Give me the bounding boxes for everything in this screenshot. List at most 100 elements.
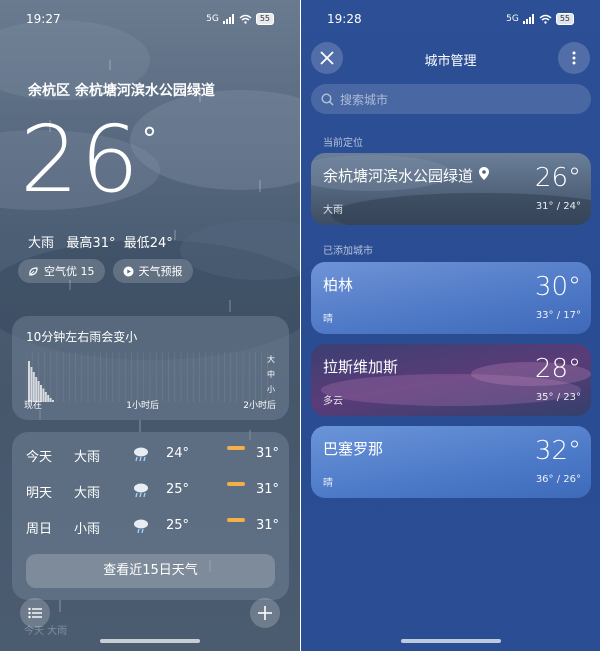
- city-name: 拉斯维加斯: [323, 358, 399, 376]
- status-bar: 19:27 5G 55: [0, 12, 300, 30]
- fifteen-day-button[interactable]: 查看近15日天气: [26, 554, 275, 588]
- air-quality-label: 空气优 15: [44, 265, 95, 278]
- signal-icon: [522, 14, 534, 24]
- time-label-1h: 1小时后: [126, 401, 159, 411]
- network-label: 5G: [506, 14, 519, 24]
- time-label-2h: 2小时后: [243, 401, 276, 411]
- plus-icon: [258, 606, 272, 620]
- home-indicator: [400, 639, 501, 643]
- battery-icon: 55: [255, 13, 274, 25]
- city-temp-range: 33° / 17°: [535, 310, 581, 321]
- status-icons: 5G 55: [206, 13, 274, 25]
- light-rain-icon: [132, 517, 150, 539]
- precipitation-time-labels: 现在 1小时后 2小时后: [24, 398, 276, 411]
- daily-row[interactable]: 周日 小雨 25° 31°: [26, 518, 282, 540]
- added-cities-heading: 已添加城市: [323, 246, 373, 257]
- city-card-berlin[interactable]: 柏林 晴 30° 33° / 17°: [311, 262, 591, 334]
- intensity-heavy: 大: [267, 355, 275, 364]
- list-icon: [28, 607, 42, 619]
- city-list-button[interactable]: [20, 598, 50, 628]
- location-pin-icon: [479, 167, 489, 180]
- high-temp-label: 31°: [256, 446, 280, 461]
- temp-range-bar: [227, 446, 245, 450]
- city-condition: 多云: [323, 396, 343, 407]
- add-city-button[interactable]: [250, 598, 280, 628]
- city-card-barcelona[interactable]: 巴塞罗那 晴 32° 36° / 26°: [311, 426, 591, 498]
- city-condition: 晴: [323, 478, 333, 489]
- search-input[interactable]: 搜索城市: [311, 84, 591, 114]
- rain-cloud-icon: [132, 481, 150, 503]
- low-temp-label: 25°: [166, 482, 190, 497]
- temp-range-bar: [227, 518, 245, 522]
- city-name: 柏林: [323, 276, 354, 294]
- rain-cloud-icon: [132, 445, 150, 467]
- day-label: 明天: [26, 486, 53, 501]
- current-location-heading: 当前定位: [323, 138, 363, 149]
- current-temperature: 26: [20, 106, 142, 213]
- air-quality-chip[interactable]: 空气优 15: [18, 259, 105, 283]
- city-condition: 晴: [323, 314, 333, 325]
- info-chips: 空气优 15 天气预报: [18, 259, 193, 283]
- city-temperature: 28°: [534, 354, 581, 384]
- condition-label: 小雨: [74, 522, 101, 537]
- precip-bar: [30, 367, 33, 402]
- status-bar: 19:28 5G 55: [301, 12, 600, 30]
- weather-detail-screen: 19:27 5G 55 余杭区 余杭塘河滨水公园绿道 26 ° 大雨 最高31°…: [0, 0, 300, 651]
- condition-label: 大雨: [74, 450, 101, 465]
- city-name: 巴塞罗那: [323, 440, 384, 458]
- forecast-video-label: 天气预报: [138, 265, 183, 278]
- status-time: 19:28: [327, 12, 362, 26]
- search-icon: [321, 92, 334, 105]
- day-label: 今天: [26, 450, 53, 465]
- day-label: 周日: [26, 522, 53, 537]
- home-indicator: [100, 639, 200, 643]
- temp-range-bar: [227, 482, 245, 486]
- leaf-icon: [29, 266, 38, 276]
- city-temperature: 26°: [534, 163, 581, 193]
- high-temp-label: 31°: [256, 482, 280, 497]
- signal-icon: [222, 14, 234, 24]
- precipitation-card: 10分钟左右雨会变小 大 中 小 现在 1小时后 2小时后: [12, 316, 289, 420]
- intensity-light: 小: [267, 385, 275, 394]
- page-title: 城市管理: [424, 54, 477, 69]
- city-temp-range: 35° / 23°: [535, 392, 581, 403]
- more-vertical-icon: [572, 51, 576, 65]
- city-temp-range: 31° / 24°: [535, 201, 581, 212]
- forecast-video-chip[interactable]: 天气预报: [112, 259, 193, 283]
- daily-forecast-card: 今天 大雨 24° 31° 明天 大雨 25° 31° 周日 小雨 25° 31…: [12, 432, 289, 600]
- precipitation-chart: [26, 352, 274, 402]
- city-name: 余杭塘河滨水公园绿道: [323, 167, 474, 185]
- intensity-labels: 大 中 小: [267, 352, 275, 397]
- high-temp-label: 31°: [256, 518, 280, 533]
- city-management-screen: 19:28 5G 55 城市管理 搜索城市 当前定位 余杭塘河滨水公园绿道 大雨…: [301, 0, 600, 651]
- intensity-medium: 中: [267, 370, 275, 379]
- current-location-card[interactable]: 余杭塘河滨水公园绿道 大雨 26° 31° / 24°: [311, 153, 591, 225]
- low-temp: 最低24°: [123, 236, 173, 251]
- condition-label: 大雨: [74, 486, 101, 501]
- location-title: 余杭区 余杭塘河滨水公园绿道: [28, 83, 215, 99]
- city-card-las-vegas[interactable]: 拉斯维加斯 多云 28° 35° / 23°: [311, 344, 591, 416]
- low-temp-label: 25°: [166, 518, 190, 533]
- city-temperature: 32°: [534, 436, 581, 466]
- wifi-icon: [239, 14, 252, 24]
- daily-row[interactable]: 今天 大雨 24° 31°: [26, 446, 282, 468]
- city-temp-range: 36° / 26°: [535, 474, 581, 485]
- low-temp-label: 24°: [166, 446, 190, 461]
- high-temp: 最高31°: [66, 236, 116, 251]
- precipitation-title: 10分钟左右雨会变小: [26, 330, 138, 344]
- wifi-icon: [539, 14, 552, 24]
- status-icons: 5G 55: [506, 13, 574, 25]
- degree-symbol: °: [142, 122, 157, 157]
- status-time: 19:27: [26, 12, 61, 26]
- network-label: 5G: [206, 14, 219, 24]
- battery-icon: 55: [555, 13, 574, 25]
- condition-text: 大雨: [28, 236, 55, 251]
- condition-summary: 大雨 最高31° 最低24°: [28, 232, 173, 251]
- search-placeholder: 搜索城市: [340, 92, 389, 107]
- city-condition: 大雨: [323, 205, 343, 216]
- daily-row[interactable]: 明天 大雨 25° 31°: [26, 482, 282, 504]
- more-options-button[interactable]: [558, 42, 590, 74]
- precip-bar: [28, 361, 30, 402]
- time-label-now: 现在: [24, 401, 43, 411]
- play-icon: [123, 266, 133, 276]
